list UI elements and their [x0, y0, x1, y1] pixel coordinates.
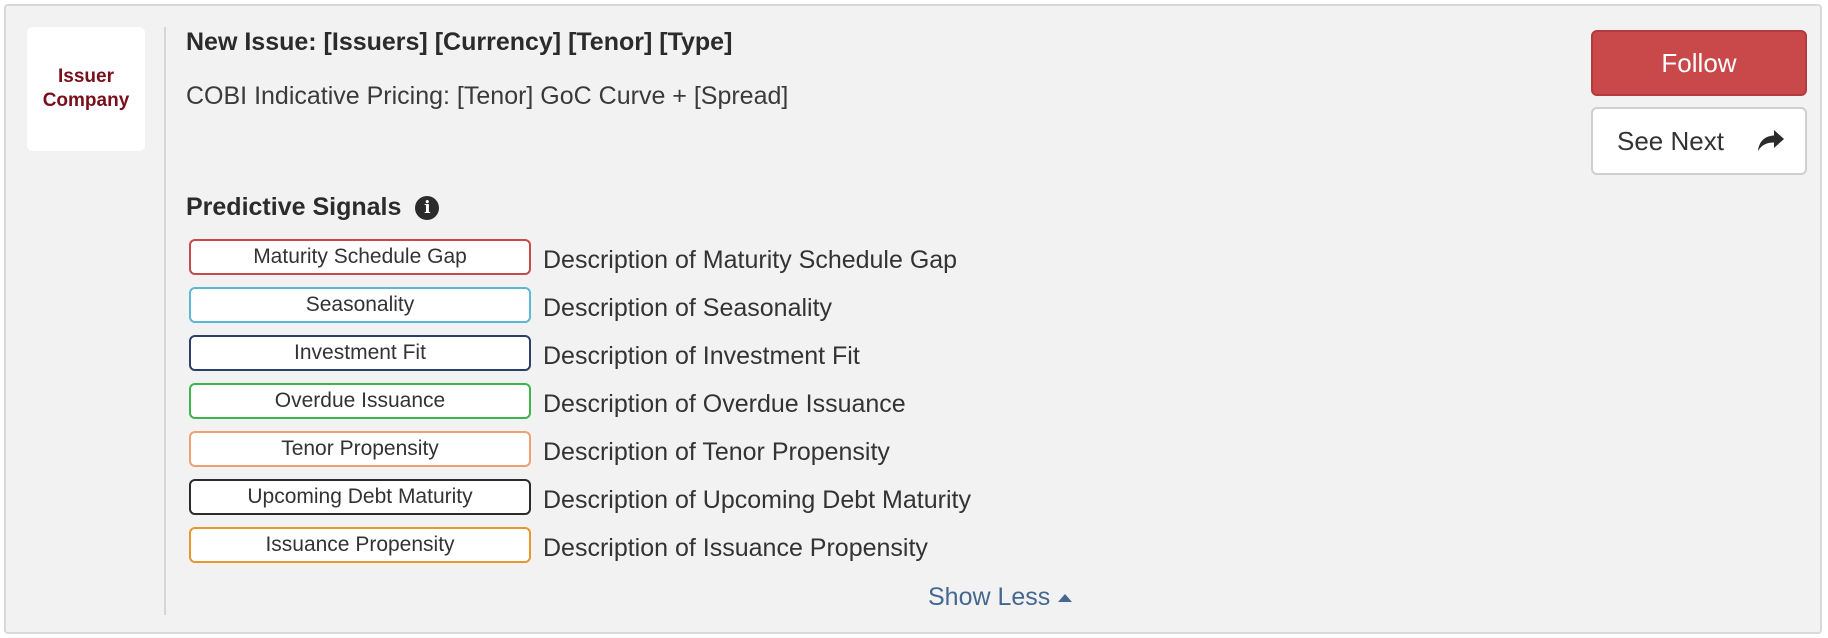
signal-row: Tenor Propensity Description of Tenor Pr… — [189, 431, 890, 467]
signal-pill[interactable]: Upcoming Debt Maturity — [189, 479, 531, 515]
signal-row: Maturity Schedule Gap Description of Mat… — [189, 239, 957, 275]
signal-pill[interactable]: Maturity Schedule Gap — [189, 239, 531, 275]
signal-description: Description of Seasonality — [543, 293, 833, 322]
see-next-button[interactable]: See Next — [1591, 107, 1807, 175]
signal-pill[interactable]: Overdue Issuance — [189, 383, 531, 419]
follow-button[interactable]: Follow — [1591, 30, 1807, 96]
issue-card: Issuer Company New Issue: [Issuers] [Cur… — [4, 4, 1822, 634]
signal-pill[interactable]: Seasonality — [189, 287, 531, 323]
signal-pill[interactable]: Issuance Propensity — [189, 527, 531, 563]
show-less-link[interactable]: Show Less — [928, 583, 1073, 612]
signal-description: Description of Investment Fit — [543, 341, 860, 370]
signal-row: Overdue Issuance Description of Overdue … — [189, 383, 906, 419]
share-arrow-icon — [1758, 130, 1784, 151]
signal-row: Investment Fit Description of Investment… — [189, 335, 860, 371]
show-less-label: Show Less — [928, 583, 1051, 611]
signal-row: Upcoming Debt Maturity Description of Up… — [189, 479, 971, 515]
signal-description: Description of Overdue Issuance — [543, 389, 906, 418]
issue-title: New Issue: [Issuers] [Currency] [Tenor] … — [186, 28, 733, 56]
caret-up-icon — [1058, 593, 1073, 602]
signal-description: Description of Tenor Propensity — [543, 437, 890, 466]
issue-subtitle: COBI Indicative Pricing: [Tenor] GoC Cur… — [186, 82, 789, 110]
signals-heading-text: Predictive Signals — [186, 193, 402, 221]
divider — [164, 27, 166, 615]
signal-description: Description of Issuance Propensity — [543, 533, 928, 562]
signal-description: Description of Upcoming Debt Maturity — [543, 485, 971, 514]
signal-row: Seasonality Description of Seasonality — [189, 287, 832, 323]
signals-heading: Predictive Signals i — [186, 193, 440, 222]
signal-description: Description of Maturity Schedule Gap — [543, 245, 958, 274]
signal-row: Issuance Propensity Description of Issua… — [189, 527, 928, 563]
see-next-label: See Next — [1617, 125, 1724, 156]
info-icon[interactable]: i — [415, 195, 440, 220]
signal-pill[interactable]: Investment Fit — [189, 335, 531, 371]
issuer-logo: Issuer Company — [27, 27, 145, 151]
signal-pill[interactable]: Tenor Propensity — [189, 431, 531, 467]
